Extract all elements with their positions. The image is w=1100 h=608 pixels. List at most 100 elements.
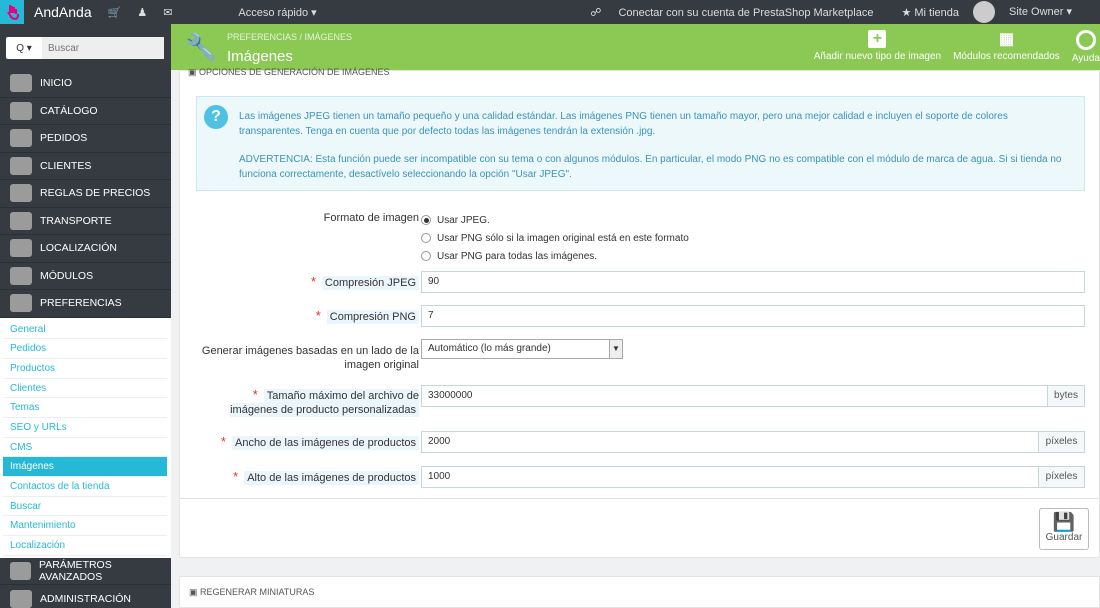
jpeg-compression-input[interactable]: 90 — [421, 271, 1085, 293]
sidebar: Q ▾ INICIO CATÁLOGO PEDIDOS CLIENTES REG… — [0, 24, 171, 608]
maxsize-input[interactable]: 33000000 — [421, 385, 1048, 407]
user-name: Site Owner ▾ — [1009, 5, 1072, 18]
hand-logo-icon[interactable] — [0, 0, 24, 24]
my-store-link[interactable]: ★ Mi tienda — [901, 6, 959, 19]
radio-button[interactable] — [421, 233, 431, 243]
user-icon[interactable]: ♟ — [137, 6, 147, 19]
subnav-item-pedidos[interactable]: Pedidos — [3, 339, 167, 359]
puzzle-icon — [10, 266, 32, 285]
width-label: * Ancho de las imágenes de productos — [221, 435, 419, 450]
sidebar-item-administracion[interactable]: ADMINISTRACIÓN — [0, 585, 171, 608]
brand-name[interactable]: AndAnda — [34, 4, 92, 20]
lifebuoy-icon — [1075, 30, 1096, 50]
avatar — [973, 1, 995, 23]
plus-icon: + — [868, 30, 887, 48]
subnav-item-mantenimiento[interactable]: Mantenimiento — [3, 516, 167, 537]
sidebar-item-parametros-avanzados[interactable]: PARÁMETROS AVANZADOS — [0, 558, 171, 586]
subnav-item-productos[interactable]: Productos — [3, 359, 167, 379]
sidebar-item-label: MÓDULOS — [40, 269, 94, 282]
height-label: * Alto de las imágenes de productos — [233, 470, 419, 485]
png-compression-input[interactable]: 7 — [421, 305, 1085, 327]
required-star: * — [252, 387, 258, 402]
question-icon: ? — [204, 105, 228, 129]
width-unit-addon: píxeles — [1038, 431, 1085, 453]
sidebar-item-modulos[interactable]: MÓDULOS — [0, 263, 171, 290]
jpeg-label-text: Compresión JPEG — [321, 276, 419, 290]
required-star: * — [310, 274, 316, 289]
search-input[interactable] — [42, 37, 164, 59]
add-image-type-button[interactable]: + Añadir nuevo tipo de imagen — [814, 30, 941, 64]
sidebar-item-preferencias[interactable]: PREFERENCIAS — [0, 290, 171, 318]
radio-jpeg[interactable]: Usar JPEG. — [421, 211, 689, 229]
side-select[interactable]: Automático (lo más grande) ▼ — [421, 339, 623, 359]
quick-access-menu[interactable]: Acceso rápido ▾ — [238, 6, 316, 19]
panel-heading-text: OPCIONES DE GENERACIÓN DE IMÁGENES — [199, 67, 390, 77]
png-label-text: Compresión PNG — [326, 310, 419, 324]
main-content: ▣ OPCIONES DE GENERACIÓN DE IMÁGENES ? L… — [171, 67, 1100, 608]
sidebar-item-pedidos[interactable]: PEDIDOS — [0, 125, 171, 153]
caret-down-icon: ▼ — [609, 340, 622, 358]
user-menu[interactable]: Site Owner ▾ — [973, 1, 1086, 23]
save-button[interactable]: 💾 Guardar — [1039, 508, 1089, 550]
subnav-item-localizacion[interactable]: Localización — [3, 536, 167, 556]
globe-icon — [10, 239, 32, 258]
radio-png-original[interactable]: Usar PNG sólo si la imagen original está… — [421, 229, 689, 247]
maxsize-label-text: Tamaño máximo del archivo de imágenes de… — [230, 389, 419, 417]
sidebar-item-label: PEDIDOS — [40, 132, 88, 145]
sidebar-item-clientes[interactable]: CLIENTES — [0, 153, 171, 180]
sidebar-item-label: REGLAS DE PRECIOS — [40, 187, 151, 200]
subnav-item-imagenes[interactable]: Imágenes — [3, 457, 167, 477]
subnav-item-cms[interactable]: CMS — [3, 438, 167, 458]
dashboard-icon — [10, 74, 32, 93]
sidebar-item-catalogo[interactable]: CATÁLOGO — [0, 98, 171, 125]
width-label-text: Ancho de las imágenes de productos — [231, 436, 419, 450]
save-label: Guardar — [1045, 532, 1083, 543]
required-star: * — [315, 308, 321, 323]
radio-button[interactable] — [421, 215, 431, 225]
sidebar-item-label: PREFERENCIAS — [40, 297, 122, 310]
tags-icon — [10, 184, 32, 203]
subnav-item-seo-urls[interactable]: SEO y URLs — [3, 418, 167, 438]
sidebar-item-transporte[interactable]: TRANSPORTE — [0, 208, 171, 235]
mail-icon[interactable]: ✉ — [163, 6, 172, 19]
search-scope-button[interactable]: Q ▾ — [6, 37, 42, 59]
sidebar-item-localizacion[interactable]: LOCALIZACIÓN — [0, 235, 171, 263]
image-options-panel: ▣ OPCIONES DE GENERACIÓN DE IMÁGENES ? L… — [179, 67, 1100, 558]
subnav-item-clientes[interactable]: Clientes — [3, 379, 167, 399]
subnav-item-buscar[interactable]: Buscar — [3, 497, 167, 517]
subnav-item-contactos[interactable]: Contactos de la tienda — [3, 477, 167, 497]
png-label: * Compresión PNG — [316, 309, 419, 324]
required-star: * — [233, 469, 239, 484]
sidebar-item-label: PARÁMETROS AVANZADOS — [39, 559, 112, 583]
users-icon — [10, 156, 32, 175]
radio-png-all[interactable]: Usar PNG para todas las imágenes. — [421, 247, 689, 265]
marketplace-label: Conectar con su cuenta de PrestaShop Mar… — [618, 6, 874, 19]
select-value: Automático (lo más grande) — [428, 343, 551, 354]
jpeg-label: * Compresión JPEG — [311, 275, 419, 290]
radio-button[interactable] — [421, 251, 431, 261]
cogs-icon — [10, 562, 31, 580]
help-button[interactable]: Ayuda — [1072, 30, 1100, 64]
breadcrumb[interactable]: PREFERENCIAS / IMÁGENES — [227, 32, 352, 42]
sidebar-item-reglas-precios[interactable]: REGLAS DE PRECIOS — [0, 180, 171, 208]
sidebar-item-label: ADMINISTRACIÓN — [40, 592, 132, 605]
sidebar-item-inicio[interactable]: INICIO — [0, 70, 171, 98]
height-input[interactable]: 1000 — [421, 466, 1039, 488]
cart-icon[interactable]: 🛒 — [108, 6, 122, 19]
wrench-icon — [10, 294, 32, 313]
credit-card-icon — [10, 129, 32, 148]
subnav-item-temas[interactable]: Temas — [3, 398, 167, 418]
bytes-addon: bytes — [1047, 385, 1085, 407]
wrench-icon: 🔧 — [185, 32, 218, 62]
width-input[interactable]: 2000 — [421, 431, 1039, 453]
marketplace-link[interactable]: ☍ Conectar con su cuenta de PrestaShop M… — [590, 6, 887, 19]
preferences-subnav: General Pedidos Productos Clientes Temas… — [0, 317, 171, 558]
radio-label: Usar PNG sólo si la imagen original está… — [437, 232, 689, 244]
sidebar-item-label: TRANSPORTE — [40, 214, 112, 227]
sidebar-search: Q ▾ — [0, 24, 171, 70]
puzzle-icon: ▦ — [998, 31, 1014, 48]
truck-icon — [10, 211, 32, 230]
recommended-modules-button[interactable]: ▦ Módulos recomendados — [953, 30, 1060, 64]
format-radio-group: Usar JPEG. Usar PNG sólo si la imagen or… — [421, 211, 689, 265]
subnav-item-general[interactable]: General — [3, 320, 167, 340]
